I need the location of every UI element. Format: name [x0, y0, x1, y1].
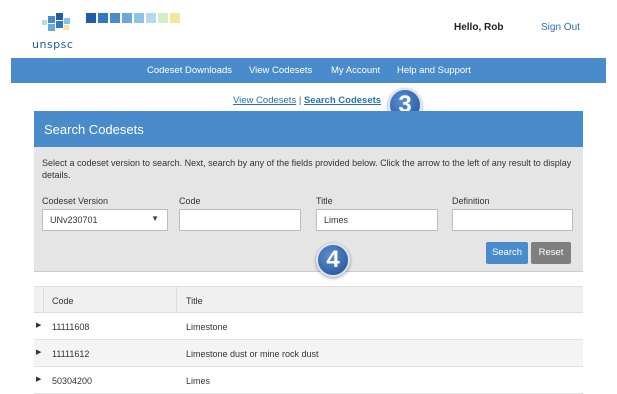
- sublink-separator: |: [298, 95, 302, 106]
- panel-title: Search Codesets: [44, 122, 144, 137]
- main-nav: Codeset Downloads View Codesets My Accou…: [11, 58, 606, 83]
- codeset-version-label: Codeset Version: [42, 196, 109, 206]
- codeset-version-select[interactable]: UNv230701 ▼: [42, 209, 168, 231]
- definition-label: Definition: [452, 196, 490, 206]
- dropdown-caret-icon: ▼: [151, 214, 159, 223]
- sign-out-link[interactable]: Sign Out: [541, 22, 580, 33]
- search-codesets-link[interactable]: Search Codesets: [304, 95, 381, 106]
- codeset-sublinks: View Codesets | Search Codesets: [233, 95, 381, 106]
- table-row[interactable]: ▶ 50304200 Limes: [34, 367, 583, 394]
- table-row[interactable]: ▶ 11111612 Limestone dust or mine rock d…: [34, 340, 583, 367]
- code-input[interactable]: [179, 209, 301, 231]
- results-table: Code Title ▶ 11111608 Limestone ▶ 111116…: [34, 286, 583, 394]
- code-label: Code: [179, 196, 201, 206]
- user-greeting: Hello, Rob: [454, 22, 504, 33]
- nav-my-account[interactable]: My Account: [331, 65, 380, 76]
- table-row[interactable]: ▶ 11111608 Limestone: [34, 313, 583, 340]
- result-title: Limestone: [186, 322, 228, 332]
- result-title: Limes: [186, 376, 211, 386]
- result-code: 50304200: [52, 376, 93, 386]
- expand-arrow-icon[interactable]: ▶: [36, 375, 41, 383]
- logo-text: unspsc: [32, 38, 74, 51]
- nav-codeset-downloads[interactable]: Codeset Downloads: [147, 65, 232, 76]
- expand-arrow-icon[interactable]: ▶: [36, 348, 41, 356]
- search-panel: Select a codeset version to search. Next…: [34, 147, 583, 272]
- site-header: unspsc Hello, Rob Sign Out: [0, 0, 617, 58]
- expand-arrow-icon[interactable]: ▶: [36, 321, 41, 329]
- title-input[interactable]: Limes: [316, 209, 438, 231]
- search-button[interactable]: Search: [486, 242, 528, 264]
- title-label: Title: [316, 196, 333, 206]
- nav-view-codesets[interactable]: View Codesets: [249, 65, 312, 76]
- title-column-header[interactable]: Title: [186, 296, 203, 306]
- codeset-version-value: UNv230701: [50, 215, 98, 225]
- nav-help-and-support[interactable]: Help and Support: [397, 65, 471, 76]
- results-table-header: Code Title: [34, 286, 583, 313]
- result-code: 11111608: [52, 322, 90, 332]
- search-instructions: Select a codeset version to search. Next…: [42, 158, 572, 180]
- reset-button[interactable]: Reset: [531, 242, 571, 264]
- code-column-header[interactable]: Code: [52, 296, 74, 306]
- logo-color-bar: [86, 13, 180, 23]
- result-title: Limestone dust or mine rock dust: [186, 349, 319, 359]
- unspsc-logo[interactable]: unspsc: [30, 10, 190, 52]
- result-code: 11111612: [52, 349, 90, 359]
- view-codesets-link[interactable]: View Codesets: [233, 95, 296, 106]
- search-panel-header: Search Codesets: [34, 111, 583, 147]
- globe-logo-icon: [42, 13, 70, 31]
- step-callout-4: 4: [316, 243, 350, 277]
- definition-input[interactable]: [452, 209, 573, 231]
